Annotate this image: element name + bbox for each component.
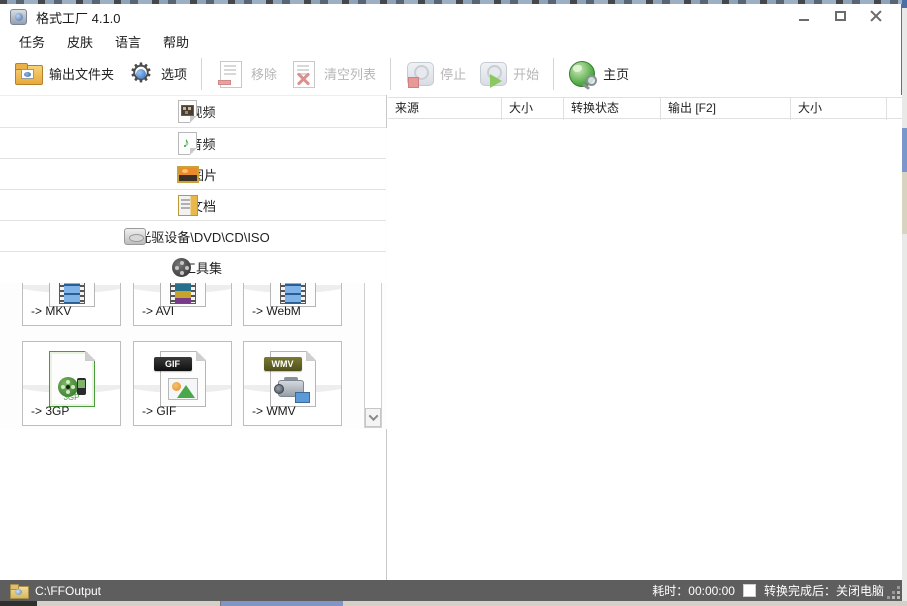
output-folder-label: 输出文件夹 [49,64,114,83]
clear-list-button[interactable]: 清空列表 [283,57,382,91]
tile-label: -> WMV [252,404,296,418]
titlebar: 格式工厂 4.1.0 [0,4,901,30]
audio-category-icon: ♪ [178,132,197,155]
maximize-icon [835,11,846,21]
output-path-folder-icon [10,584,28,597]
gear-icon: ⚙ [126,60,156,88]
close-button[interactable] [865,6,887,26]
window-title: 格式工厂 4.1.0 [36,8,121,27]
app-icon [10,9,27,25]
menubar: 任务 皮肤 语言 帮助 [0,30,901,52]
start-label: 开始 [513,64,539,83]
stop-label: 停止 [440,64,466,83]
column-size[interactable]: 大小 [502,98,564,120]
document-category-icon [178,195,198,216]
toolbar-separator [553,58,554,90]
tile-3gp[interactable]: 3GP -> 3GP [22,341,121,426]
window-controls [793,6,887,26]
category-document[interactable]: 文档 [0,190,386,221]
stop-button[interactable]: 停止 [399,57,472,91]
background-window-edge-right [902,0,907,606]
menu-skin[interactable]: 皮肤 [56,30,104,53]
options-label: 选项 [161,64,187,83]
tile-wmv[interactable]: WMV -> WMV [243,341,342,426]
optical-drive-category-icon [124,228,146,245]
taskbar-sliver [0,601,907,606]
task-list-empty-area[interactable] [388,119,902,584]
clear-list-label: 清空列表 [324,64,376,83]
toolbar: 输出文件夹 ⚙ 选项 移除 清空列表 停止 开始 [0,52,901,95]
options-button[interactable]: ⚙ 选项 [120,57,193,91]
output-path: C:\FFOutput [35,584,101,598]
category-picture[interactable]: 图片 [0,159,386,190]
minimize-icon [799,19,809,21]
task-list-panel: 来源 大小 转换状态 输出 [F2] 大小 [388,95,902,584]
3gp-file-icon: 3GP [49,351,95,407]
home-globe-icon [568,60,598,88]
gif-file-icon: GIF [160,351,206,407]
tile-label: -> MKV [31,304,71,318]
task-list-header: 来源 大小 转换状态 输出 [F2] 大小 [388,97,902,119]
column-filler [887,98,902,120]
left-panel: 视频 -> 移动设备 MP4 [0,95,387,584]
format-factory-window: 格式工厂 4.1.0 任务 皮肤 语言 帮助 输出文件夹 ⚙ 选项 [0,0,907,606]
remove-icon [216,60,246,88]
category-optical-disc[interactable]: 光驱设备\DVD\CD\ISO [0,221,386,252]
resize-grip[interactable] [888,587,900,599]
remove-button[interactable]: 移除 [210,57,283,91]
optical-category-label: 光驱设备\DVD\CD\ISO [138,227,269,246]
scroll-down-button[interactable] [365,408,381,427]
toolbar-separator [390,58,391,90]
category-video[interactable]: 视频 [0,95,386,128]
statusbar: C:\FFOutput 耗时：00:00:00 转换完成后：关闭电脑 [0,580,902,601]
start-button[interactable]: 开始 [472,57,545,91]
elapsed-time: 耗时：00:00:00 [652,582,735,599]
tile-label: -> AVI [142,304,174,318]
toolset-category-icon [172,258,191,277]
chevron-down-icon [368,411,378,421]
shutdown-after-label: 转换完成后：关闭电脑 [764,582,884,599]
column-source[interactable]: 来源 [388,98,502,120]
home-label: 主页 [603,64,629,83]
maximize-button[interactable] [829,6,851,26]
tile-label: -> 3GP [31,404,69,418]
tile-gif[interactable]: GIF -> GIF [133,341,232,426]
category-audio[interactable]: ♪ 音频 [0,128,386,159]
menu-task[interactable]: 任务 [8,30,56,53]
tile-label: -> GIF [142,404,176,418]
output-folder-icon [14,60,44,88]
main-area: 视频 -> 移动设备 MP4 [0,95,902,584]
column-output-size[interactable]: 大小 [791,98,887,120]
minimize-button[interactable] [793,6,815,26]
remove-label: 移除 [251,64,277,83]
picture-category-icon [177,166,199,183]
toolbar-separator [201,58,202,90]
output-folder-button[interactable]: 输出文件夹 [8,57,120,91]
home-button[interactable]: 主页 [562,57,635,91]
shutdown-checkbox[interactable] [743,584,756,597]
tile-label: -> WebM [252,304,301,318]
close-icon [870,10,882,22]
column-convert-state[interactable]: 转换状态 [564,98,661,120]
menu-help[interactable]: 帮助 [152,30,200,53]
category-toolset[interactable]: 工具集 [0,252,386,283]
column-output[interactable]: 输出 [F2] [661,98,791,120]
clear-list-icon [289,60,319,88]
stop-icon [405,60,435,88]
app-window: 格式工厂 4.1.0 任务 皮肤 语言 帮助 输出文件夹 ⚙ 选项 [0,4,902,601]
start-icon [478,60,508,88]
video-category-icon [178,100,197,123]
menu-language[interactable]: 语言 [104,30,152,53]
wmv-file-icon: WMV [270,351,316,407]
